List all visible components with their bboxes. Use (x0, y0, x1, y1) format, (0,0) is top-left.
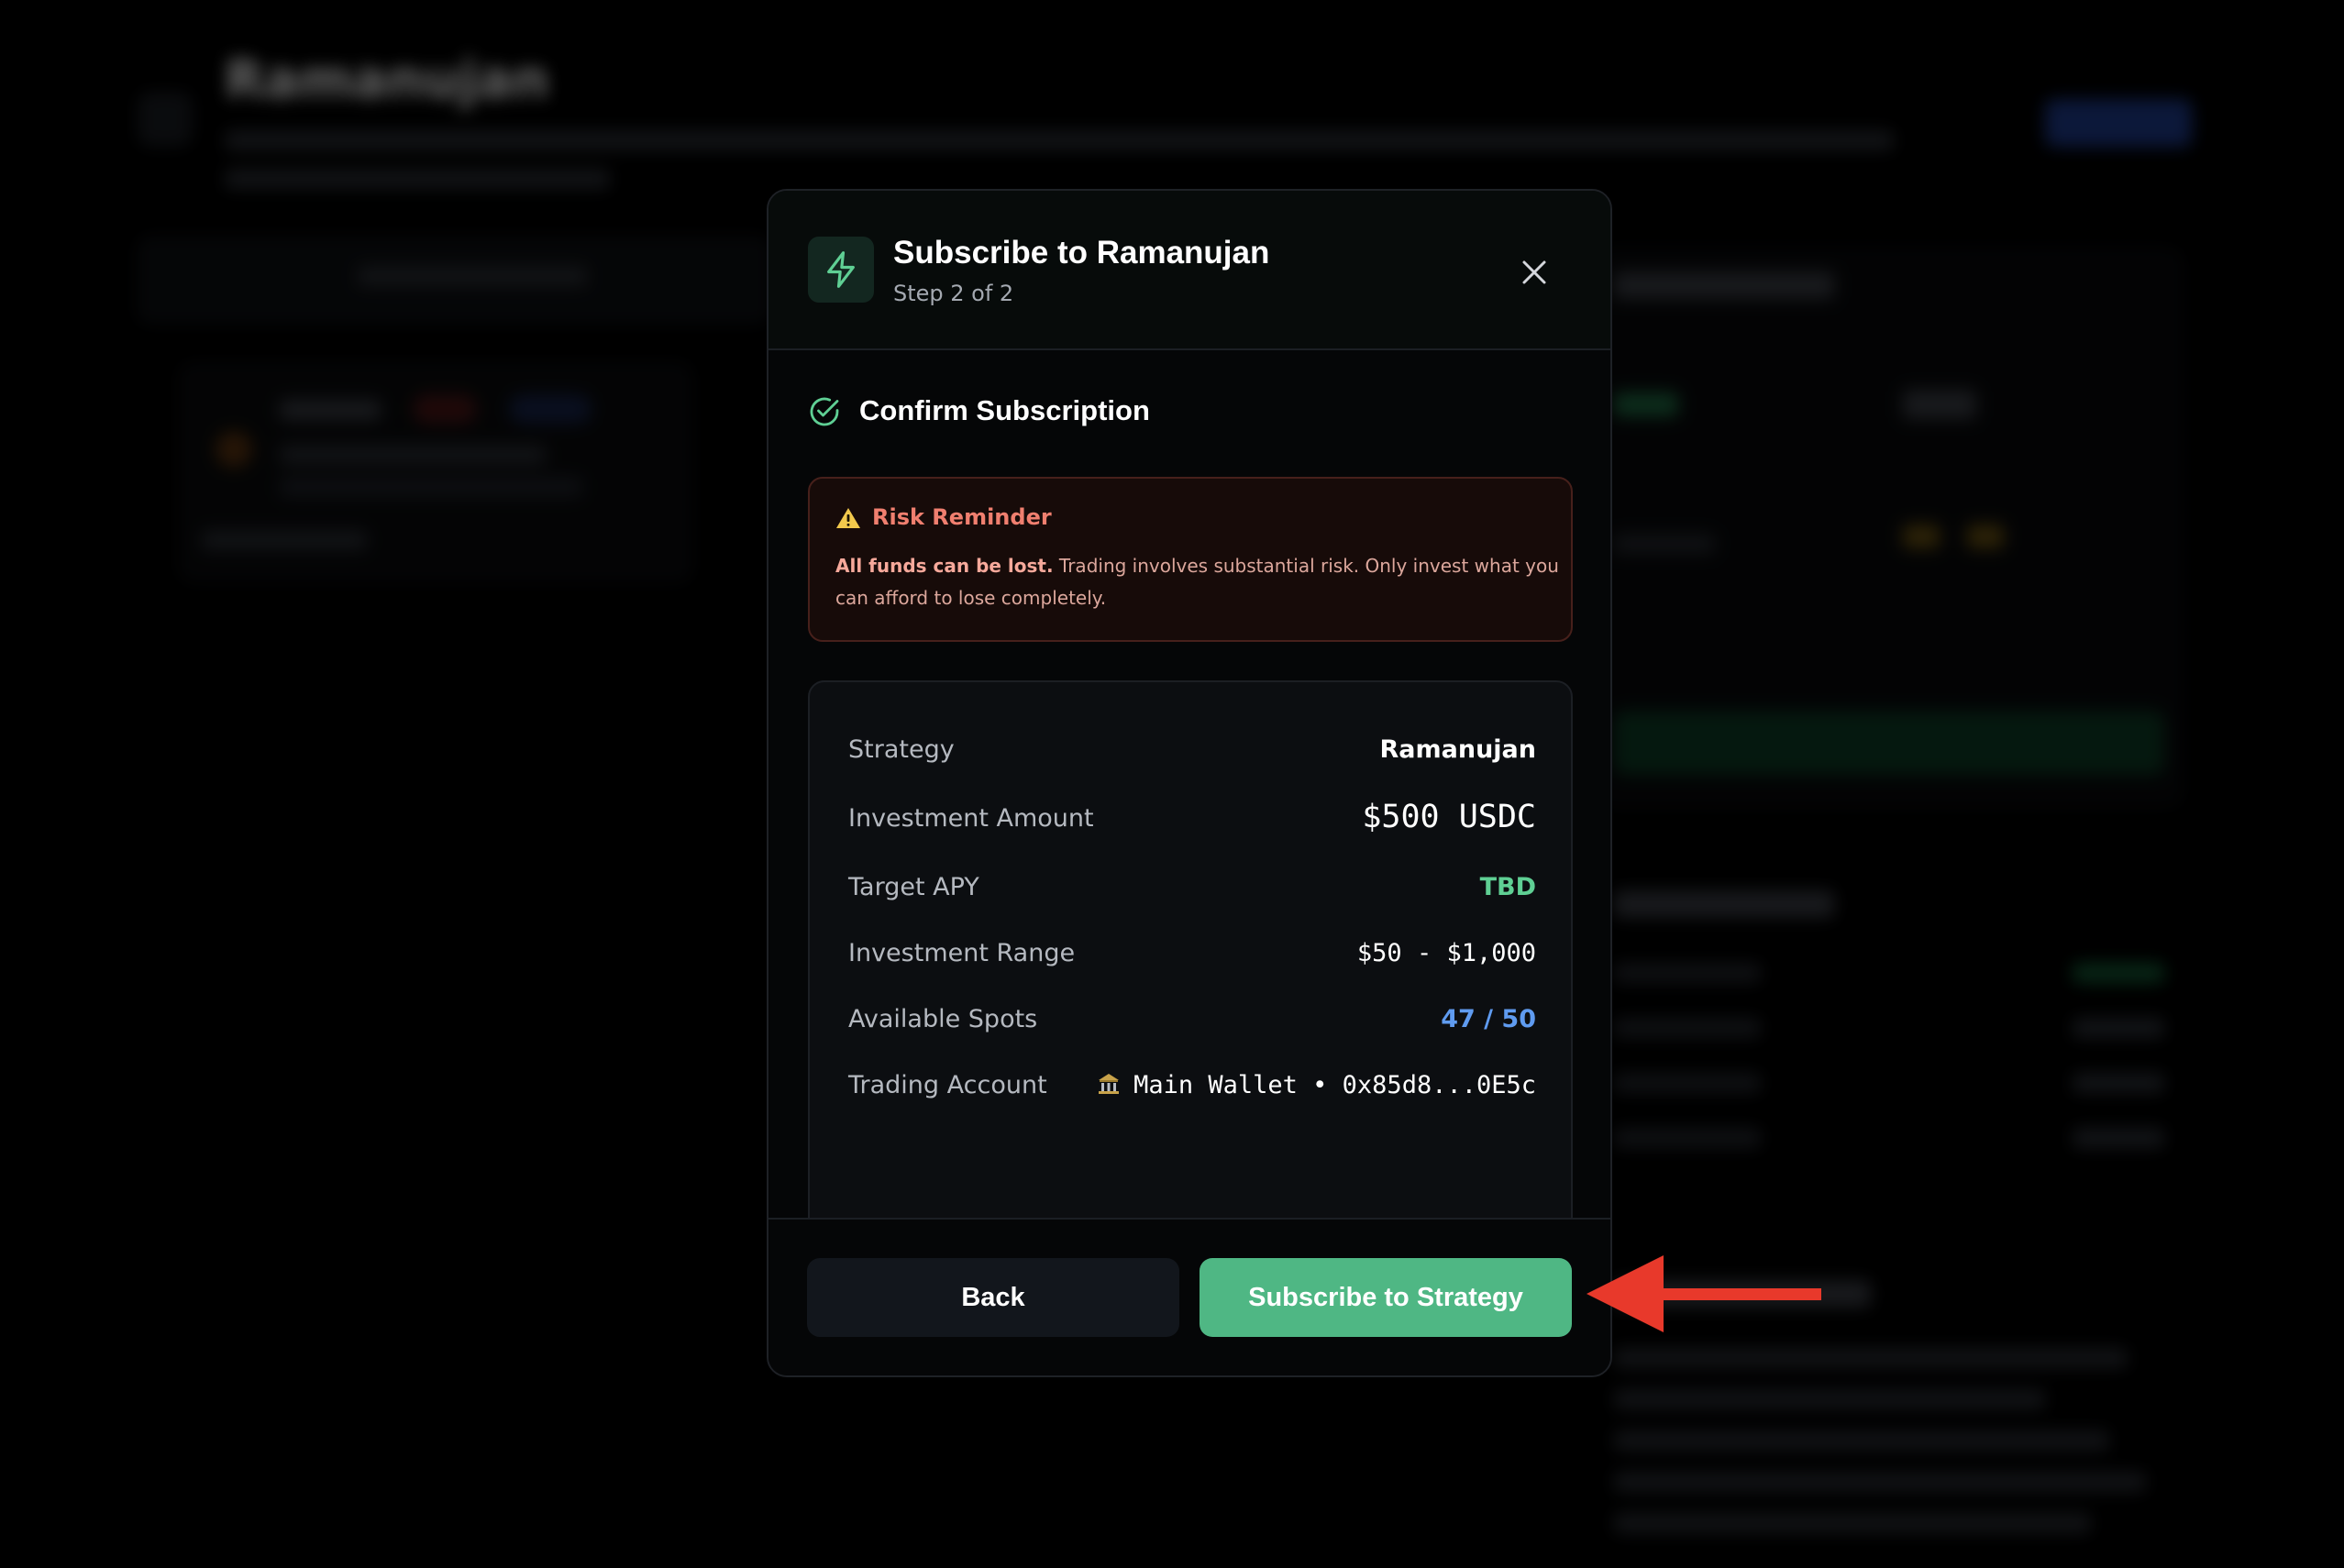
background-tab-label (358, 266, 587, 286)
background-line (1614, 1348, 2128, 1368)
risk-title: Risk Reminder (872, 504, 1052, 530)
back-arrow-icon (138, 92, 193, 147)
investment-amount-value: $500 USDC (1362, 799, 1536, 835)
target-apy-value: TBD (1479, 873, 1536, 901)
background-stat (1614, 392, 1678, 416)
annotation-arrow-icon (1587, 1255, 1821, 1332)
detail-row-available-spots: Available Spots 47 / 50 (848, 999, 1536, 1040)
warning-triangle-icon (836, 508, 860, 528)
subscribe-modal: Subscribe to Ramanujan Step 2 of 2 Confi… (767, 189, 1612, 1377)
background-line (280, 445, 546, 465)
background-details-title (1614, 885, 1834, 918)
risk-text: All funds can be lost. Trading involves … (835, 550, 1560, 614)
detail-label: Investment Range (848, 939, 1076, 967)
background-line (1614, 1513, 2091, 1533)
background-line (1614, 1472, 2146, 1492)
detail-label: Target APY (848, 873, 979, 901)
investment-range-value: $50 - $1,000 (1356, 939, 1536, 967)
detail-row-investment-range: Investment Range $50 - $1,000 (848, 933, 1536, 974)
risk-text-bold: All funds can be lost. (835, 555, 1054, 577)
modal-title: Subscribe to Ramanujan (893, 235, 1270, 271)
modal-header: Subscribe to Ramanujan Step 2 of 2 (768, 191, 1610, 350)
available-spots-value: 47 / 50 (1441, 1005, 1536, 1033)
detail-row-trading-account: Trading Account Main Wallet • 0x85d8...0… (848, 1066, 1536, 1106)
background-description (225, 121, 1995, 189)
background-badge (413, 394, 477, 424)
background-stat (1903, 390, 1976, 419)
back-button[interactable]: Back (807, 1258, 1179, 1337)
close-icon (1522, 260, 1546, 284)
close-button[interactable] (1513, 251, 1555, 293)
background-card-name (280, 396, 381, 420)
background-subscribe-button (1614, 711, 2164, 775)
bank-icon (1099, 1074, 1120, 1094)
background-detail-row (1614, 1128, 2164, 1150)
background-avatar (216, 431, 252, 468)
strategy-value: Ramanujan (1379, 735, 1536, 764)
lightning-icon (808, 237, 874, 303)
detail-label: Available Spots (848, 1005, 1038, 1033)
detail-row-strategy: Strategy Ramanujan (848, 730, 1536, 770)
background-line (202, 530, 367, 550)
risk-reminder-box: Risk Reminder All funds can be lost. Tra… (808, 477, 1573, 642)
trading-account-text: Main Wallet • 0x85d8...0E5c (1133, 1071, 1536, 1099)
modal-footer: Back Subscribe to Strategy (768, 1218, 1610, 1375)
background-action-button (2045, 99, 2192, 147)
detail-label: Trading Account (848, 1071, 1047, 1099)
background-panel-title (1614, 266, 1834, 299)
background-stat (1967, 525, 2004, 548)
detail-label: Investment Amount (848, 804, 1094, 833)
section-title: Confirm Subscription (859, 394, 1150, 426)
detail-row-investment-amount: Investment Amount $500 USDC (848, 799, 1536, 839)
background-stat (1903, 525, 1940, 548)
subscribe-to-strategy-button[interactable]: Subscribe to Strategy (1200, 1258, 1572, 1337)
background-line (1614, 534, 1715, 554)
trading-account-value: Main Wallet • 0x85d8...0E5c (1097, 1071, 1536, 1099)
background-line (280, 477, 582, 497)
background-detail-row (1614, 1018, 2164, 1040)
modal-step-indicator: Step 2 of 2 (893, 281, 1014, 306)
check-circle-icon (810, 397, 839, 426)
background-line (1614, 1430, 2109, 1451)
background-line (1614, 1389, 2045, 1409)
detail-label: Strategy (848, 735, 955, 764)
background-detail-row (1614, 963, 2164, 985)
background-detail-row (1614, 1073, 2164, 1095)
background-badge (509, 394, 592, 424)
detail-row-target-apy: Target APY TBD (848, 867, 1536, 908)
background-page-title: Ramanujan (225, 50, 549, 110)
